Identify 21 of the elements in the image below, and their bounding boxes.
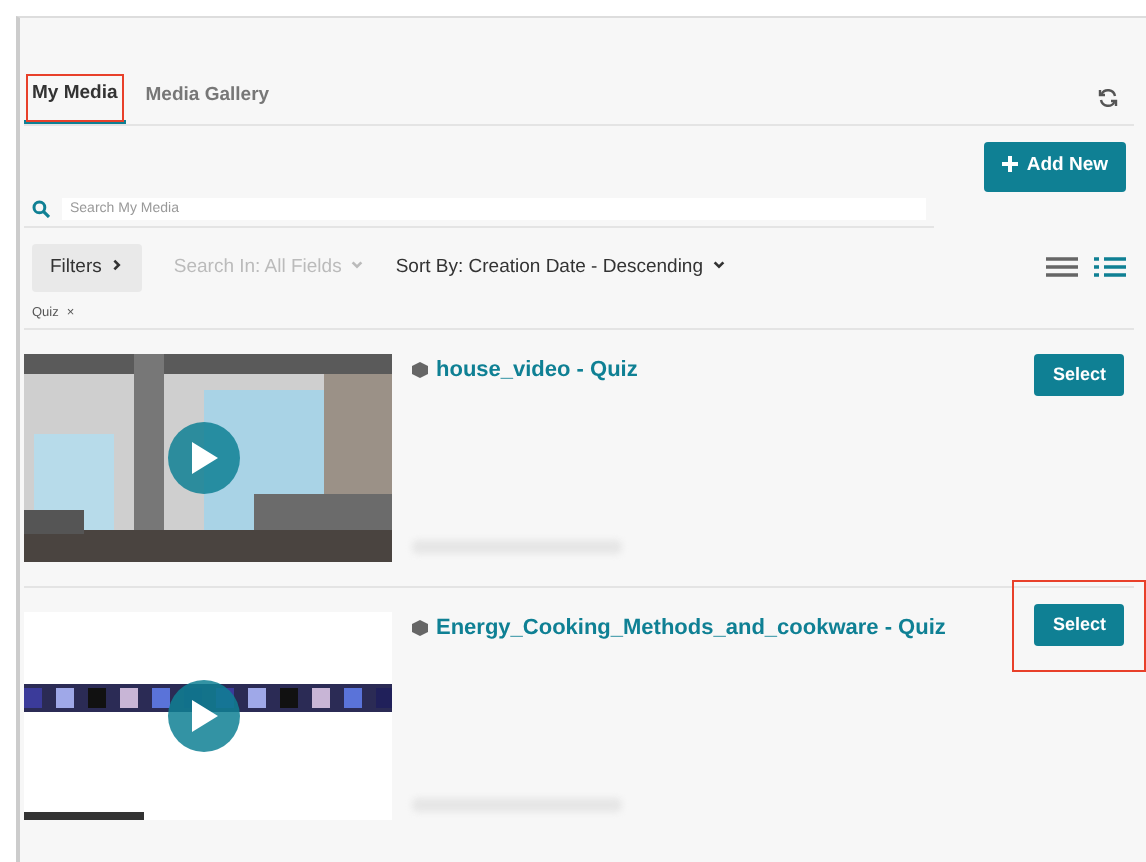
- play-icon: [188, 697, 220, 734]
- filters-button[interactable]: Filters: [32, 243, 142, 292]
- media-title-link[interactable]: Energy_Cooking_Methods_and_cookware - Quiz: [436, 611, 946, 645]
- plus-icon: [1002, 156, 1019, 173]
- chevron-right-icon: [109, 258, 124, 273]
- select-button[interactable]: Select: [1034, 603, 1124, 647]
- add-new-button[interactable]: Add New: [984, 142, 1126, 191]
- cube-icon: [412, 620, 428, 636]
- sort-dropdown[interactable]: Sort By: Creation Date - Descending: [395, 253, 725, 282]
- tab[interactable]: My Media: [24, 72, 126, 125]
- cube-icon: [412, 362, 428, 378]
- caret-icon: [711, 258, 725, 273]
- tab[interactable]: Media Gallery: [137, 72, 278, 125]
- select-button[interactable]: Select: [1034, 353, 1124, 397]
- refresh-icon[interactable]: [1098, 88, 1118, 109]
- search-icon: [32, 199, 50, 217]
- caret-icon: [349, 258, 364, 273]
- media-title-link[interactable]: house_video - Quiz: [436, 353, 638, 387]
- detailed-list-view-icon[interactable]: [1094, 256, 1126, 279]
- compact-list-view-icon[interactable]: [1046, 256, 1078, 279]
- play-icon: [188, 439, 220, 476]
